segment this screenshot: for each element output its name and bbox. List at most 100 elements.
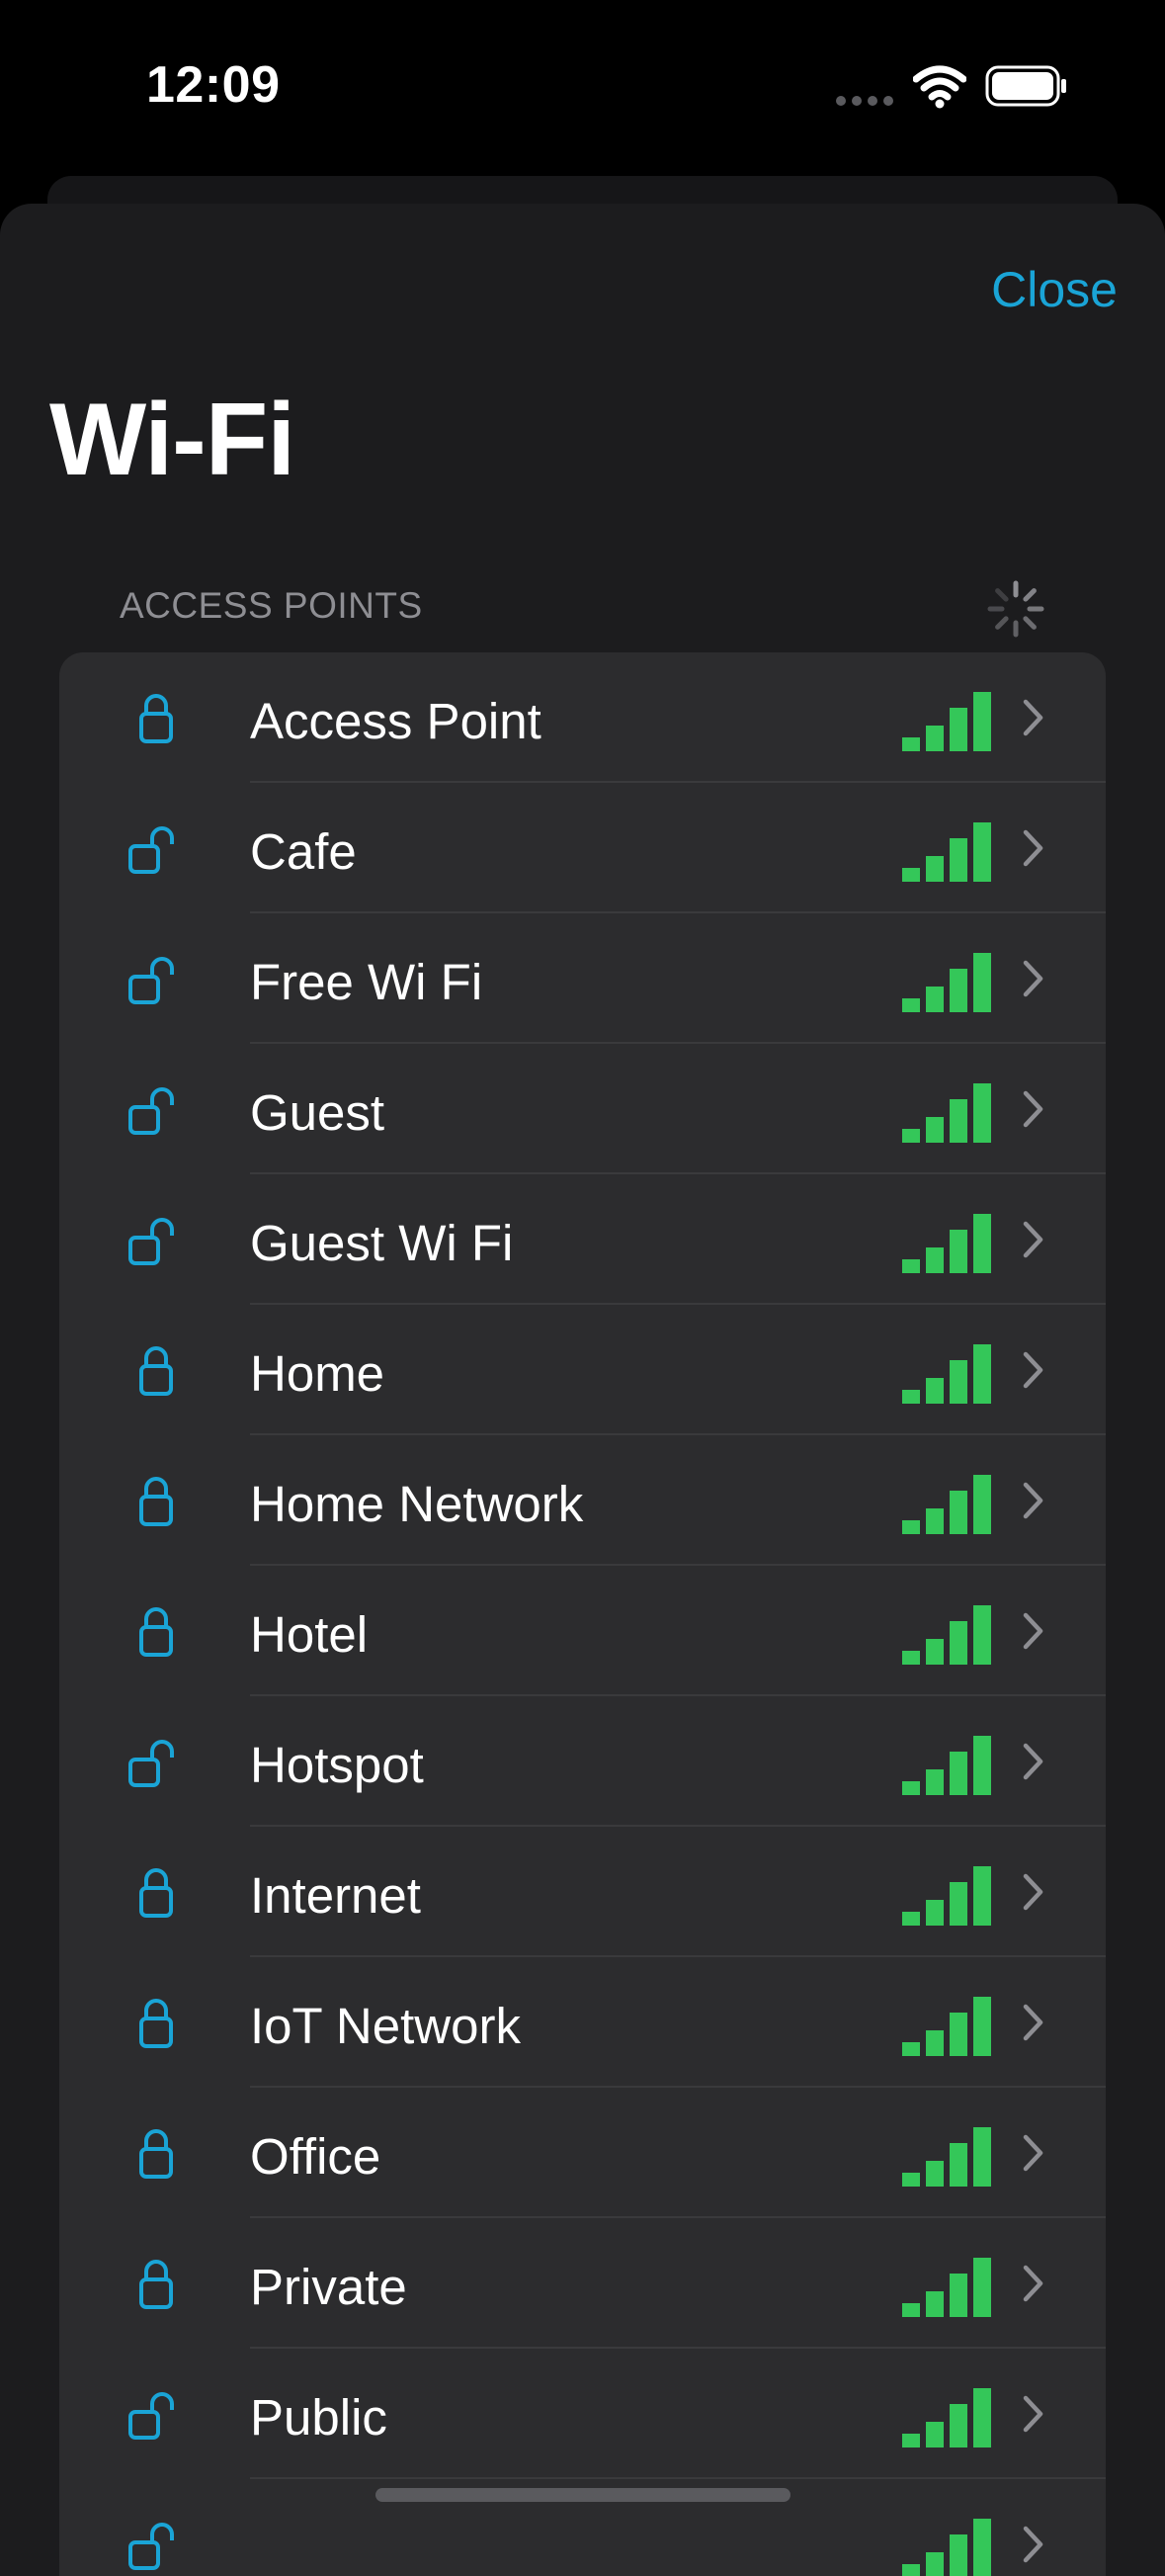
signal-bar — [926, 2291, 944, 2317]
signal-strength-icon — [902, 1344, 991, 1404]
access-point-row[interactable]: Hotspot — [59, 1696, 1106, 1827]
access-point-row[interactable]: Access Point — [59, 652, 1106, 783]
signal-bar — [926, 1117, 944, 1143]
signal-strength-icon — [902, 1475, 991, 1534]
access-point-name: Office — [250, 2128, 381, 2185]
cellular-dots-icon — [836, 96, 893, 106]
chevron-right-icon — [1023, 1221, 1043, 1258]
chevron-right-icon — [1023, 1873, 1043, 1911]
signal-bar — [950, 969, 967, 1012]
signal-bar — [973, 953, 991, 1012]
access-point-name: Internet — [250, 1867, 421, 1924]
lock-icon — [139, 1607, 173, 1657]
access-point-row[interactable]: IoT Network — [59, 1957, 1106, 2088]
battery-icon — [985, 65, 1066, 107]
signal-bar — [973, 1605, 991, 1665]
signal-bar — [950, 2013, 967, 2056]
unlocked-icon — [128, 826, 174, 874]
access-point-list: Access Point Cafe Free Wi Fi Guest Guest Wi … — [59, 652, 1106, 2576]
signal-strength-icon — [902, 2258, 991, 2317]
signal-bar — [926, 1378, 944, 1404]
access-point-name: IoT Network — [250, 1998, 521, 2054]
signal-bar — [973, 2258, 991, 2317]
wifi-sheet: Close Wi-Fi ACCESS POINTS Access Point Ca… — [0, 204, 1165, 2576]
signal-strength-icon — [902, 2388, 991, 2447]
signal-bar — [950, 2274, 967, 2317]
signal-bar — [926, 856, 944, 882]
signal-bar — [950, 1752, 967, 1795]
status-bar: 12:09 — [0, 0, 1165, 168]
signal-bar — [973, 822, 991, 882]
status-time: 12:09 — [146, 56, 281, 114]
access-point-row[interactable]: Guest — [59, 1044, 1106, 1174]
signal-strength-icon — [902, 2127, 991, 2187]
signal-bar — [973, 2388, 991, 2447]
signal-bar — [973, 1866, 991, 1926]
lock-icon — [139, 1346, 173, 1396]
signal-bar — [902, 1912, 920, 1926]
signal-bar — [950, 1360, 967, 1404]
signal-bar — [950, 1882, 967, 1926]
chevron-right-icon — [1023, 829, 1043, 867]
access-point-row[interactable]: Public — [59, 2349, 1106, 2479]
access-point-row[interactable]: Office — [59, 2088, 1106, 2218]
signal-bar — [902, 737, 920, 751]
signal-bar — [902, 2434, 920, 2447]
unlocked-icon — [128, 957, 174, 1004]
signal-bar — [973, 692, 991, 751]
signal-strength-icon — [902, 1866, 991, 1926]
signal-bar — [902, 1651, 920, 1665]
signal-bar — [926, 1639, 944, 1665]
signal-bar — [902, 998, 920, 1012]
access-point-name: Home Network — [250, 1476, 584, 1532]
access-point-name: Hotspot — [250, 1737, 424, 1793]
section-header: ACCESS POINTS — [120, 585, 423, 626]
signal-bar — [902, 1129, 920, 1143]
signal-strength-icon — [902, 1605, 991, 1665]
access-point-row[interactable]: Home Network — [59, 1435, 1106, 1566]
signal-bar — [926, 1508, 944, 1534]
chevron-right-icon — [1023, 2134, 1043, 2172]
signal-bar — [926, 1247, 944, 1273]
unlocked-icon — [128, 1087, 174, 1135]
home-indicator[interactable] — [375, 2488, 791, 2502]
signal-strength-icon — [902, 822, 991, 882]
signal-bar — [926, 1769, 944, 1795]
loading-spinner-icon — [987, 580, 1044, 638]
signal-bar — [950, 1099, 967, 1143]
signal-bar — [926, 726, 944, 751]
close-button[interactable]: Close — [991, 261, 1118, 318]
signal-bar — [926, 1900, 944, 1926]
access-point-row[interactable]: Cafe — [59, 783, 1106, 913]
signal-strength-icon — [902, 1083, 991, 1143]
chevron-right-icon — [1023, 1482, 1043, 1519]
unlocked-icon — [128, 2392, 174, 2440]
unlocked-icon — [128, 2523, 174, 2570]
chevron-right-icon — [1023, 2526, 1043, 2563]
access-point-row[interactable]: Guest Wi Fi — [59, 1174, 1106, 1305]
access-point-row[interactable]: Hotel — [59, 1566, 1106, 1696]
signal-bar — [926, 2030, 944, 2056]
access-point-row[interactable]: Home — [59, 1305, 1106, 1435]
signal-bar — [950, 1230, 967, 1273]
access-point-name: Hotel — [250, 1606, 369, 1663]
access-point-row[interactable]: Free Wi Fi — [59, 913, 1106, 1044]
signal-bar — [950, 2143, 967, 2187]
signal-bar — [950, 1621, 967, 1665]
signal-bar — [902, 868, 920, 882]
signal-bar — [926, 2161, 944, 2187]
signal-bar — [902, 1520, 920, 1534]
access-point-name: Free Wi Fi — [250, 954, 483, 1010]
signal-bar — [973, 1214, 991, 1273]
signal-bar — [973, 1997, 991, 2056]
signal-bar — [902, 2564, 920, 2576]
access-point-row[interactable]: Internet — [59, 1827, 1106, 1957]
signal-strength-icon — [902, 953, 991, 1012]
signal-strength-icon — [902, 1214, 991, 1273]
page-title: Wi-Fi — [49, 383, 295, 497]
unlocked-icon — [128, 1740, 174, 1787]
access-point-name: Cafe — [250, 823, 357, 880]
signal-bar — [950, 838, 967, 882]
access-point-name: Access Point — [250, 693, 541, 749]
access-point-row[interactable]: Private — [59, 2218, 1106, 2349]
